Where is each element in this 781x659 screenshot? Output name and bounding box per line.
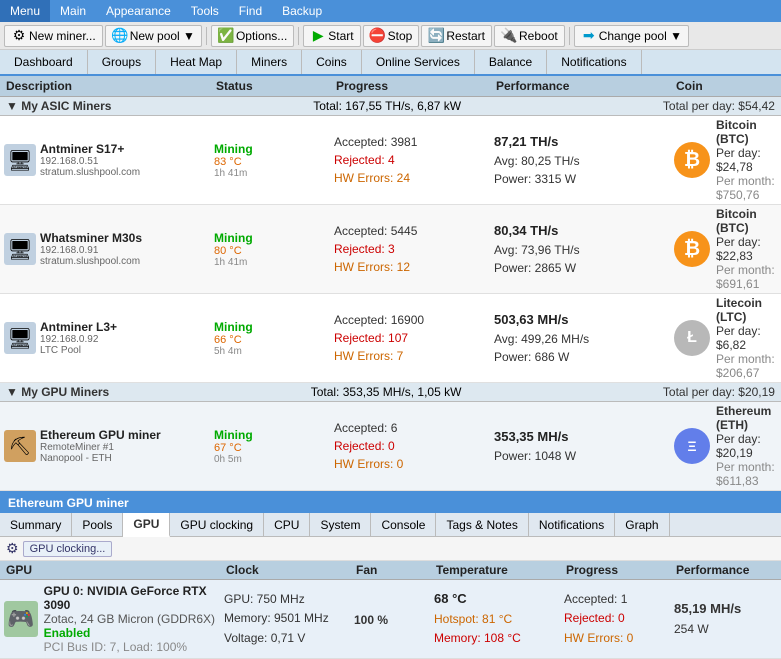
bottom-tab-gpu[interactable]: GPU bbox=[123, 513, 170, 537]
ethereum-icon: Ξ bbox=[674, 428, 710, 464]
miner-info: 🖥 Antminer S17+ 192.168.0.51 stratum.slu… bbox=[4, 142, 214, 178]
menu-item-backup[interactable]: Backup bbox=[272, 0, 332, 22]
miner-icon: 🖥 bbox=[4, 233, 36, 265]
tab-miners[interactable]: Miners bbox=[237, 50, 302, 74]
gpu-table-row[interactable]: 🎮 GPU 0: NVIDIA GeForce RTX 3090 Zotac, … bbox=[0, 580, 781, 659]
tab-balance[interactable]: Balance bbox=[475, 50, 547, 74]
litecoin-icon: Ł bbox=[674, 320, 710, 356]
bottom-tab-graph[interactable]: Graph bbox=[615, 513, 669, 536]
miner-info: 🖥 Whatsminer M30s 192.168.0.91 stratum.s… bbox=[4, 231, 214, 267]
data-table-header: Description Status Progress Performance … bbox=[0, 76, 781, 97]
toolbar-sep-1 bbox=[206, 27, 207, 45]
miner-info: 🖥 Antminer L3+ 192.168.0.92 LTC Pool bbox=[4, 320, 214, 356]
gpu-miner-icon: ⛏ bbox=[4, 430, 36, 462]
bottom-tab-system[interactable]: System bbox=[310, 513, 371, 536]
bitcoin-icon: ₿ bbox=[674, 142, 710, 178]
bottom-section: Ethereum GPU miner Summary Pools GPU GPU… bbox=[0, 491, 781, 659]
new-miner-icon: ⚙ bbox=[11, 28, 27, 44]
asic-section-header: ▼ My ASIC Miners Total: 167,55 TH/s, 6,8… bbox=[0, 97, 781, 116]
bottom-tab-pools[interactable]: Pools bbox=[72, 513, 123, 536]
tab-coins[interactable]: Coins bbox=[302, 50, 362, 74]
table-row[interactable]: 🖥 Antminer L3+ 192.168.0.92 LTC Pool Min… bbox=[0, 294, 781, 383]
bitcoin-icon: ₿ bbox=[674, 231, 710, 267]
new-miner-button[interactable]: ⚙ New miner... bbox=[4, 25, 103, 47]
tab-notifications[interactable]: Notifications bbox=[547, 50, 641, 74]
stop-button[interactable]: ⛔ Stop bbox=[363, 25, 420, 47]
bottom-title: Ethereum GPU miner bbox=[0, 493, 781, 513]
menu-item-menu[interactable]: Menu bbox=[0, 0, 50, 22]
toolbar-sep-3 bbox=[569, 27, 570, 45]
menu-item-find[interactable]: Find bbox=[229, 0, 272, 22]
bottom-tab-summary[interactable]: Summary bbox=[0, 513, 72, 536]
tab-dashboard[interactable]: Dashboard bbox=[0, 50, 88, 74]
gpu-clocking-button[interactable]: GPU clocking... bbox=[23, 541, 113, 557]
reboot-button[interactable]: 🔌 Reboot bbox=[494, 25, 565, 47]
menu-item-tools[interactable]: Tools bbox=[181, 0, 229, 22]
reboot-icon: 🔌 bbox=[501, 28, 517, 44]
tab-heat-map[interactable]: Heat Map bbox=[156, 50, 237, 74]
gpu-section-header: ▼ My GPU Miners Total: 353,35 MH/s, 1,05… bbox=[0, 383, 781, 402]
bottom-tab-bar: Summary Pools GPU GPU clocking CPU Syste… bbox=[0, 513, 781, 537]
table-row[interactable]: 🖥 Whatsminer M30s 192.168.0.91 stratum.s… bbox=[0, 205, 781, 294]
gpu-table-header: GPU Clock Fan Temperature Progress Perfo… bbox=[0, 561, 781, 580]
options-icon: ✅ bbox=[218, 28, 234, 44]
start-icon: ▶ bbox=[310, 28, 326, 44]
bottom-tab-notifications[interactable]: Notifications bbox=[529, 513, 615, 536]
menu-bar: Menu Main Appearance Tools Find Backup bbox=[0, 0, 781, 22]
tab-groups[interactable]: Groups bbox=[88, 50, 156, 74]
start-button[interactable]: ▶ Start bbox=[303, 25, 360, 47]
bottom-tab-tags[interactable]: Tags & Notes bbox=[436, 513, 528, 536]
options-button[interactable]: ✅ Options... bbox=[211, 25, 294, 47]
tab-online-services[interactable]: Online Services bbox=[362, 50, 475, 74]
menu-item-main[interactable]: Main bbox=[50, 0, 96, 22]
miner-icon: 🖥 bbox=[4, 144, 36, 176]
stop-icon: ⛔ bbox=[370, 28, 386, 44]
menu-item-appearance[interactable]: Appearance bbox=[96, 0, 181, 22]
table-row[interactable]: ⛏ Ethereum GPU miner RemoteMiner #1 Nano… bbox=[0, 402, 781, 491]
bottom-tab-gpu-clocking[interactable]: GPU clocking bbox=[170, 513, 264, 536]
bottom-tab-cpu[interactable]: CPU bbox=[264, 513, 310, 536]
main-tab-bar: Dashboard Groups Heat Map Miners Coins O… bbox=[0, 50, 781, 76]
toolbar: ⚙ New miner... 🌐 New pool ▼ ✅ Options...… bbox=[0, 22, 781, 50]
restart-icon: 🔄 bbox=[428, 28, 444, 44]
gpu-toolbar-icon: ⚙ bbox=[6, 540, 19, 557]
change-pool-button[interactable]: ➡ Change pool ▼ bbox=[574, 25, 689, 47]
table-row[interactable]: 🖥 Antminer S17+ 192.168.0.51 stratum.slu… bbox=[0, 116, 781, 205]
restart-button[interactable]: 🔄 Restart bbox=[421, 25, 492, 47]
new-pool-button[interactable]: 🌐 New pool ▼ bbox=[105, 25, 202, 47]
miner-icon: 🖥 bbox=[4, 322, 36, 354]
new-pool-icon: 🌐 bbox=[112, 28, 128, 44]
gpu-toolbar: ⚙ GPU clocking... bbox=[0, 537, 781, 561]
change-pool-icon: ➡ bbox=[581, 28, 597, 44]
gpu-chip-icon: 🎮 bbox=[4, 601, 38, 637]
bottom-tab-console[interactable]: Console bbox=[371, 513, 436, 536]
gpu-miner-info: ⛏ Ethereum GPU miner RemoteMiner #1 Nano… bbox=[4, 428, 214, 464]
toolbar-sep-2 bbox=[298, 27, 299, 45]
